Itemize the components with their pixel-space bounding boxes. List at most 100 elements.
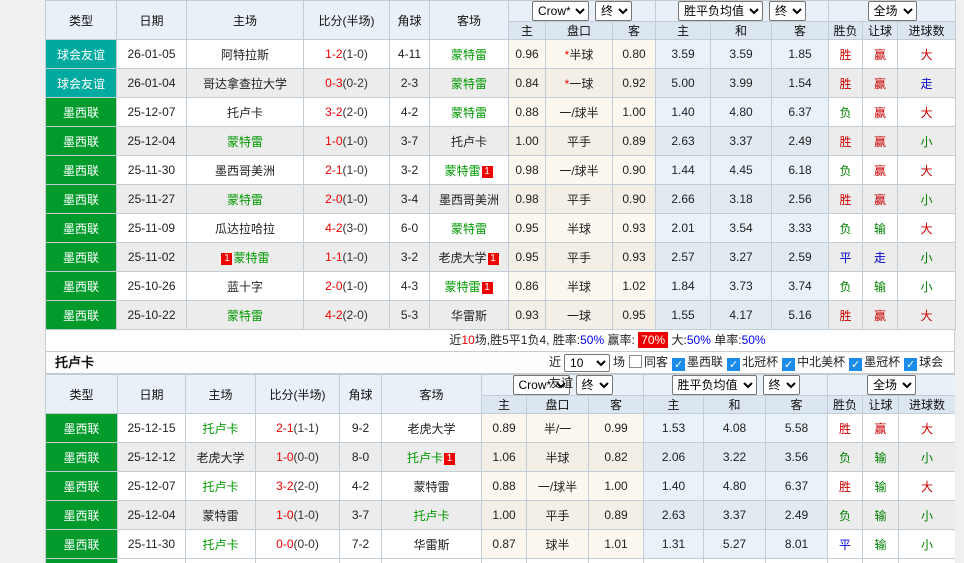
team-name: 阿特拉斯: [221, 48, 269, 62]
team-name: 托卢卡: [451, 135, 487, 149]
crow-home-odds: 0.88: [509, 98, 546, 127]
league-type-cell: 墨西联: [46, 472, 118, 501]
crow-home-odds: 0.89: [482, 414, 527, 443]
full-time-score: 3-2: [325, 105, 342, 119]
result-handicap-cell: 输: [863, 501, 899, 530]
league-filter-checkbox[interactable]: ✓: [782, 358, 795, 371]
team-name: 老虎大学: [196, 451, 244, 465]
same-away-checkbox[interactable]: [629, 355, 642, 368]
league-filter-label: 中北美杯: [797, 355, 845, 369]
result-wdl-cell: 平: [829, 243, 863, 272]
avg-draw-odds: 4.08: [704, 414, 766, 443]
games-label: 场: [613, 355, 625, 369]
match-row: 墨西联25-12-04蒙特雷1-0(1-0)3-7托卢卡1.00平手0.892.…: [46, 127, 956, 156]
odds-provider-select[interactable]: Crow*: [532, 1, 589, 21]
result-goals-cell: 小: [898, 272, 956, 301]
league-type-cell: 墨西联: [46, 98, 117, 127]
filter-row: 类型 日期 主场 比分(半场) 角球 客场 Crow*终 胜平负均值终 全场: [46, 1, 956, 22]
score-cell: 1-0(1-0): [304, 127, 390, 156]
crow-away-odds: 0.89: [613, 127, 656, 156]
avg-home-odds: 2.66: [656, 185, 711, 214]
crow-home-odds: 0.93: [509, 301, 546, 330]
avg-draw-odds: 5.27: [704, 530, 766, 559]
crow-away-odds: 1.01: [589, 530, 644, 559]
avg-draw-odds: 3.22: [704, 443, 766, 472]
corner-cell: 4-2: [390, 98, 430, 127]
result-wdl-cell: 负: [829, 214, 863, 243]
full-time-score: 2-0: [325, 279, 342, 293]
result-goals-cell: 小: [899, 530, 955, 559]
avg-home-odds: 1.40: [656, 98, 711, 127]
result-wdl-cell: 胜: [828, 472, 863, 501]
crow-away-odds: 0.99: [589, 414, 644, 443]
league-filter-checkbox[interactable]: ✓: [672, 358, 685, 371]
handicap-cell: 一球: [546, 301, 613, 330]
result-wdl-cell: 负: [829, 156, 863, 185]
avg-draw-odds: 4.80: [711, 98, 772, 127]
match-scope-group: 全场: [829, 1, 956, 22]
recent-form-summary: 近10场,胜5平1负4, 胜率:50% 赢率: 70% 大:50% 单率:50%: [45, 330, 955, 352]
avg-stage-select[interactable]: 终: [763, 375, 800, 395]
avg-stage-select[interactable]: 终: [769, 1, 806, 21]
team-name: 老虎大学: [407, 422, 455, 436]
avg-home-odds: 1.55: [656, 301, 711, 330]
date-cell: 25-11-27: [117, 185, 187, 214]
col-header-handicap: 盘口: [546, 22, 613, 40]
league-filter-checkbox[interactable]: ✓: [904, 358, 917, 371]
home-team-cell: 哥达拿查拉大学: [187, 69, 304, 98]
team-name: 托卢卡: [202, 480, 238, 494]
team-name: 托卢卡: [227, 106, 263, 120]
live-odds-star: *: [565, 77, 570, 91]
away-team-cell: 托卢卡1: [382, 443, 482, 472]
red-card-badge: 1: [444, 453, 455, 465]
team-name: 蒙特雷: [413, 480, 449, 494]
crow-home-odds: 1.00: [482, 501, 527, 530]
result-handicap-cell: 输: [863, 214, 898, 243]
league-filter-checkbox[interactable]: ✓: [727, 358, 740, 371]
full-time-score: 4-2: [325, 308, 342, 322]
team-name: 托卢卡: [202, 422, 238, 436]
crow-away-odds: 0.80: [613, 40, 656, 69]
league-filter-checkbox[interactable]: ✓: [849, 358, 862, 371]
recent-games-select[interactable]: 10: [564, 354, 610, 372]
date-cell: 25-11-09: [117, 214, 187, 243]
col-header-home: 主场: [186, 375, 256, 414]
match-row: 墨西联25-12-15托卢卡2-1(1-1)9-2老虎大学0.89半/一0.99…: [46, 414, 956, 443]
avg-odds-select[interactable]: 胜平负均值: [678, 1, 763, 21]
avg-odds-select[interactable]: 胜平负均值: [672, 375, 757, 395]
avg-home-odds: 3.59: [656, 40, 711, 69]
team-name: 托卢卡: [202, 538, 238, 552]
league-type-cell: 墨西联: [46, 272, 117, 301]
avg-draw-odds: 3.54: [711, 214, 772, 243]
result-handicap-cell: 赢: [863, 156, 898, 185]
corner-cell: 9-2: [340, 414, 382, 443]
monterrey-rows: 球会友谊26-01-05阿特拉斯1-2(1-0)4-11蒙特雷0.96*半球0.…: [46, 40, 956, 330]
league-type-cell: 墨西联: [46, 214, 117, 243]
match-scope-select[interactable]: 全场: [867, 375, 916, 395]
col-header-avg-away: 客: [772, 22, 829, 40]
score-cell: 1-2(1-0): [304, 40, 390, 69]
avg-home-odds: 1.31: [644, 530, 704, 559]
team-name: 托卢卡: [413, 509, 449, 523]
col-header-crow-away: 客: [613, 22, 656, 40]
match-scope-select[interactable]: 全场: [868, 1, 917, 21]
crow-home-odds: 0.95: [509, 214, 546, 243]
summary-segment: 近: [449, 333, 461, 347]
avg-draw-odds: 3.73: [711, 272, 772, 301]
odds-stage-select[interactable]: 终: [576, 375, 613, 395]
crow-away-odds: 1.00: [589, 472, 644, 501]
toluca-section-bar: 托卢卡 近10场同客✓墨西联✓北冠杯✓中北美杯✓墨冠杯✓球会友谊: [45, 352, 955, 374]
half-time-score: (1-0): [343, 47, 368, 61]
date-cell: 25-11-30: [118, 530, 186, 559]
full-time-score: 1-0: [325, 134, 342, 148]
league-filter-label: 北冠杯: [742, 355, 778, 369]
full-time-score: 1-0: [276, 508, 293, 522]
full-time-score: 0-0: [276, 537, 293, 551]
col-header-avg-draw: 和: [711, 22, 772, 40]
crow-away-odds: 0.93: [613, 214, 656, 243]
odds-stage-select[interactable]: 终: [595, 1, 632, 21]
score-cell: 2-1(1-1): [256, 414, 340, 443]
away-team-cell: 托卢卡: [382, 501, 482, 530]
same-away-label: 同客: [644, 355, 668, 369]
avg-draw-odds: 3.37: [711, 127, 772, 156]
